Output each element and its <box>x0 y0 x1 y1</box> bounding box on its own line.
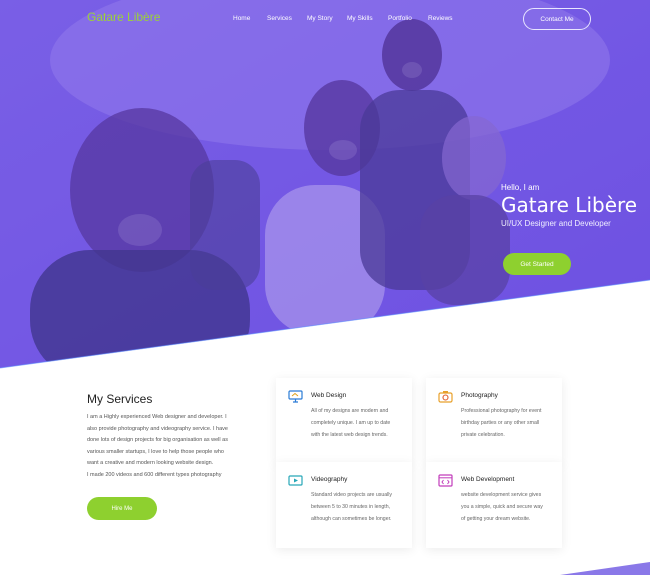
hero-background-photo <box>0 0 650 369</box>
nav-reviews[interactable]: Reviews <box>428 15 453 22</box>
top-navigation: Gatare Libère Home Services My Story My … <box>0 0 650 40</box>
monitor-icon <box>288 390 303 403</box>
code-window-icon <box>438 474 453 487</box>
hero-name: Gatare Libère <box>501 193 638 217</box>
hero-section: Gatare Libère Home Services My Story My … <box>0 0 650 370</box>
about-line: I am a Highly experienced Web designer a… <box>87 414 227 420</box>
card-line: private celebration. <box>461 432 505 438</box>
card-line: All of my designs are modern and <box>311 408 389 414</box>
card-title: Photography <box>461 392 498 399</box>
contact-me-button[interactable]: Contact Me <box>523 8 591 30</box>
nav-portfolio[interactable]: Portfolio <box>388 15 412 22</box>
get-started-button[interactable]: Get Started <box>503 253 571 275</box>
services-about-text: I am a Highly experienced Web designer a… <box>87 412 237 481</box>
card-description: All of my designs are modern and complet… <box>311 405 407 441</box>
service-card-web-design[interactable]: Web Design All of my designs are modern … <box>276 378 412 464</box>
about-line: various smaller startups, I love to help… <box>87 448 224 455</box>
card-description: Professional photography for event birth… <box>461 405 557 441</box>
card-line: you a simple, quick and secure way <box>461 504 543 510</box>
card-line: between 5 to 30 minutes in length, <box>311 504 391 510</box>
nav-home[interactable]: Home <box>233 15 250 22</box>
card-title: Web Development <box>461 476 515 483</box>
camera-icon <box>438 391 453 403</box>
card-line: birthday parties or any other small <box>461 420 540 426</box>
card-line: completely unique. I am up to date <box>311 420 391 426</box>
service-card-videography[interactable]: Videography Standard video projects are … <box>276 462 412 548</box>
hero-greeting: Hello, I am <box>501 183 540 192</box>
card-description: website development service gives you a … <box>461 489 557 525</box>
card-line: although can sometimes be longer. <box>311 516 392 522</box>
nav-my-story[interactable]: My Story <box>307 15 333 22</box>
about-line: done lots of design projects for big org… <box>87 437 228 443</box>
about-line: want a creative and modern looking websi… <box>87 460 214 466</box>
card-title: Web Design <box>311 392 347 399</box>
about-line: also provide photography and videography… <box>87 425 228 432</box>
card-title: Videography <box>311 476 348 483</box>
nav-my-skills[interactable]: My Skills <box>347 15 373 22</box>
service-card-web-development[interactable]: Web Development website development serv… <box>426 462 562 548</box>
card-line: with the latest web design trends. <box>311 432 388 438</box>
nav-services[interactable]: Services <box>267 15 292 22</box>
card-line: Professional photography for event <box>461 408 542 414</box>
bottom-decorative-wave <box>560 562 650 575</box>
card-line: Standard video projects are usually <box>311 492 393 498</box>
card-line: website development service gives <box>461 492 542 498</box>
services-title: My Services <box>87 392 153 406</box>
card-line: of getting your dream website. <box>461 516 531 522</box>
hire-me-button[interactable]: Hire Me <box>87 497 157 520</box>
video-icon <box>288 475 303 486</box>
hero-role: UI/UX Designer and Developer <box>501 219 611 228</box>
card-description: Standard video projects are usually betw… <box>311 489 407 525</box>
brand-logo[interactable]: Gatare Libère <box>87 10 160 24</box>
service-card-photography[interactable]: Photography Professional photography for… <box>426 378 562 464</box>
about-line: I made 200 videos and 600 different type… <box>87 471 222 478</box>
